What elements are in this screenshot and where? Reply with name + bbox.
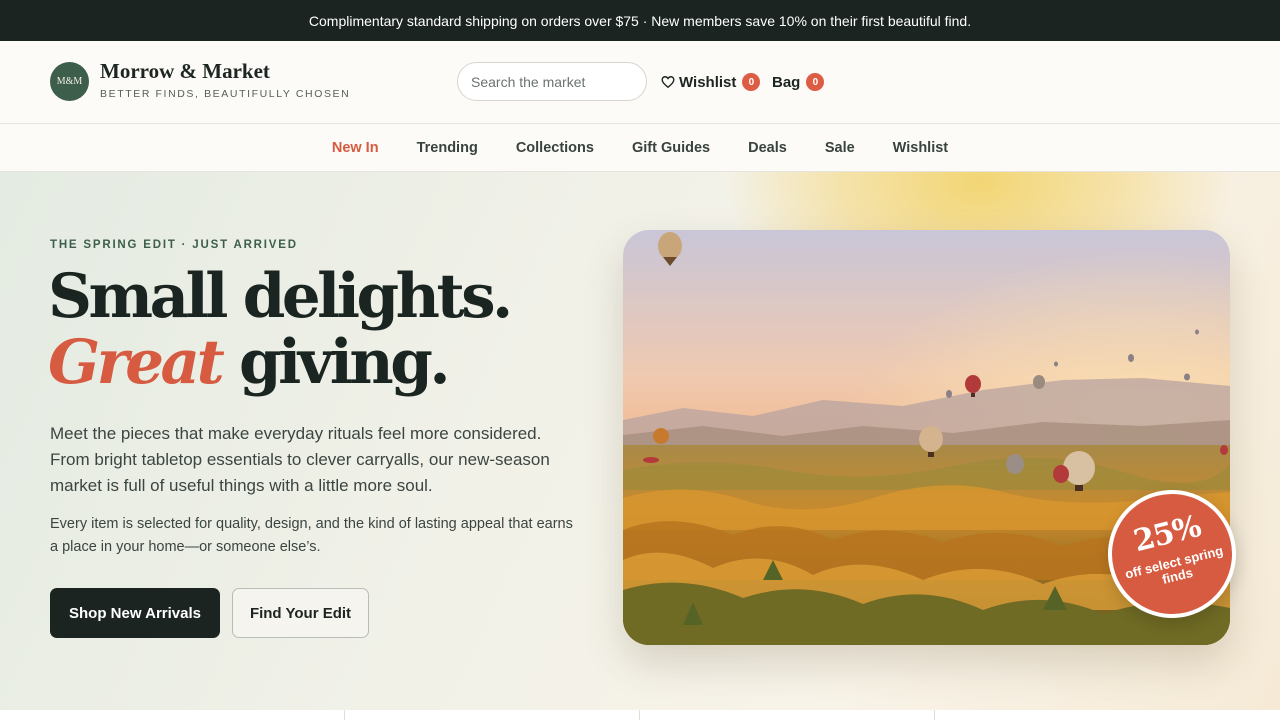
shop-new-arrivals-button[interactable]: Shop New Arrivals [50, 588, 220, 638]
nav-item-new-in[interactable]: New In [332, 140, 379, 156]
nav-item-trending[interactable]: Trending [417, 140, 478, 156]
logo-icon[interactable]: M&M [50, 62, 89, 101]
hero-lead: Meet the pieces that make everyday ritua… [50, 424, 550, 495]
heart-icon [661, 76, 675, 89]
category-strip [0, 710, 1280, 720]
search-input[interactable] [457, 62, 647, 101]
wishlist-link[interactable]: Wishlist 0 [661, 70, 761, 94]
announcement-bar: Complimentary standard shipping on order… [0, 0, 1280, 41]
announcement-text: Complimentary standard shipping on order… [308, 12, 972, 29]
nav-item-sale[interactable]: Sale [825, 140, 855, 156]
nav-item-gift-guides[interactable]: Gift Guides [632, 140, 710, 156]
find-your-edit-button[interactable]: Find Your Edit [232, 588, 369, 638]
bag-count-badge: 0 [806, 73, 825, 91]
headline-accent: Great [48, 327, 225, 398]
headline-line-1: Small delights. [48, 261, 513, 332]
strip-divider [639, 710, 640, 720]
nav-item-collections[interactable]: Collections [516, 140, 594, 156]
bag-link[interactable]: Bag 0 [772, 70, 825, 94]
site-header: M&M Morrow & Market BETTER FINDS, BEAUTI… [0, 41, 1280, 124]
wishlist-count-badge: 0 [742, 73, 761, 91]
bag-label: Bag [772, 73, 801, 91]
brand-tagline: BETTER FINDS, BEAUTIFULLY CHOSEN [100, 88, 351, 100]
headline-rest: giving. [221, 327, 451, 398]
main-nav: New In Trending Collections Gift Guides … [0, 124, 1280, 172]
hero-headline: Small delights. Great giving. [48, 261, 513, 398]
strip-divider [344, 710, 345, 720]
hero-section: THE SPRING EDIT · JUST ARRIVED Small del… [0, 172, 1280, 720]
logo-monogram: M&M [56, 76, 83, 87]
strip-divider [934, 710, 935, 720]
wishlist-label: Wishlist [679, 73, 737, 91]
nav-item-wishlist[interactable]: Wishlist [893, 140, 948, 156]
nav-item-deals[interactable]: Deals [748, 140, 787, 156]
brand-name[interactable]: Morrow & Market [100, 59, 270, 84]
hero-eyebrow: THE SPRING EDIT · JUST ARRIVED [50, 239, 298, 251]
hero-subtext: Every item is selected for quality, desi… [50, 516, 573, 555]
